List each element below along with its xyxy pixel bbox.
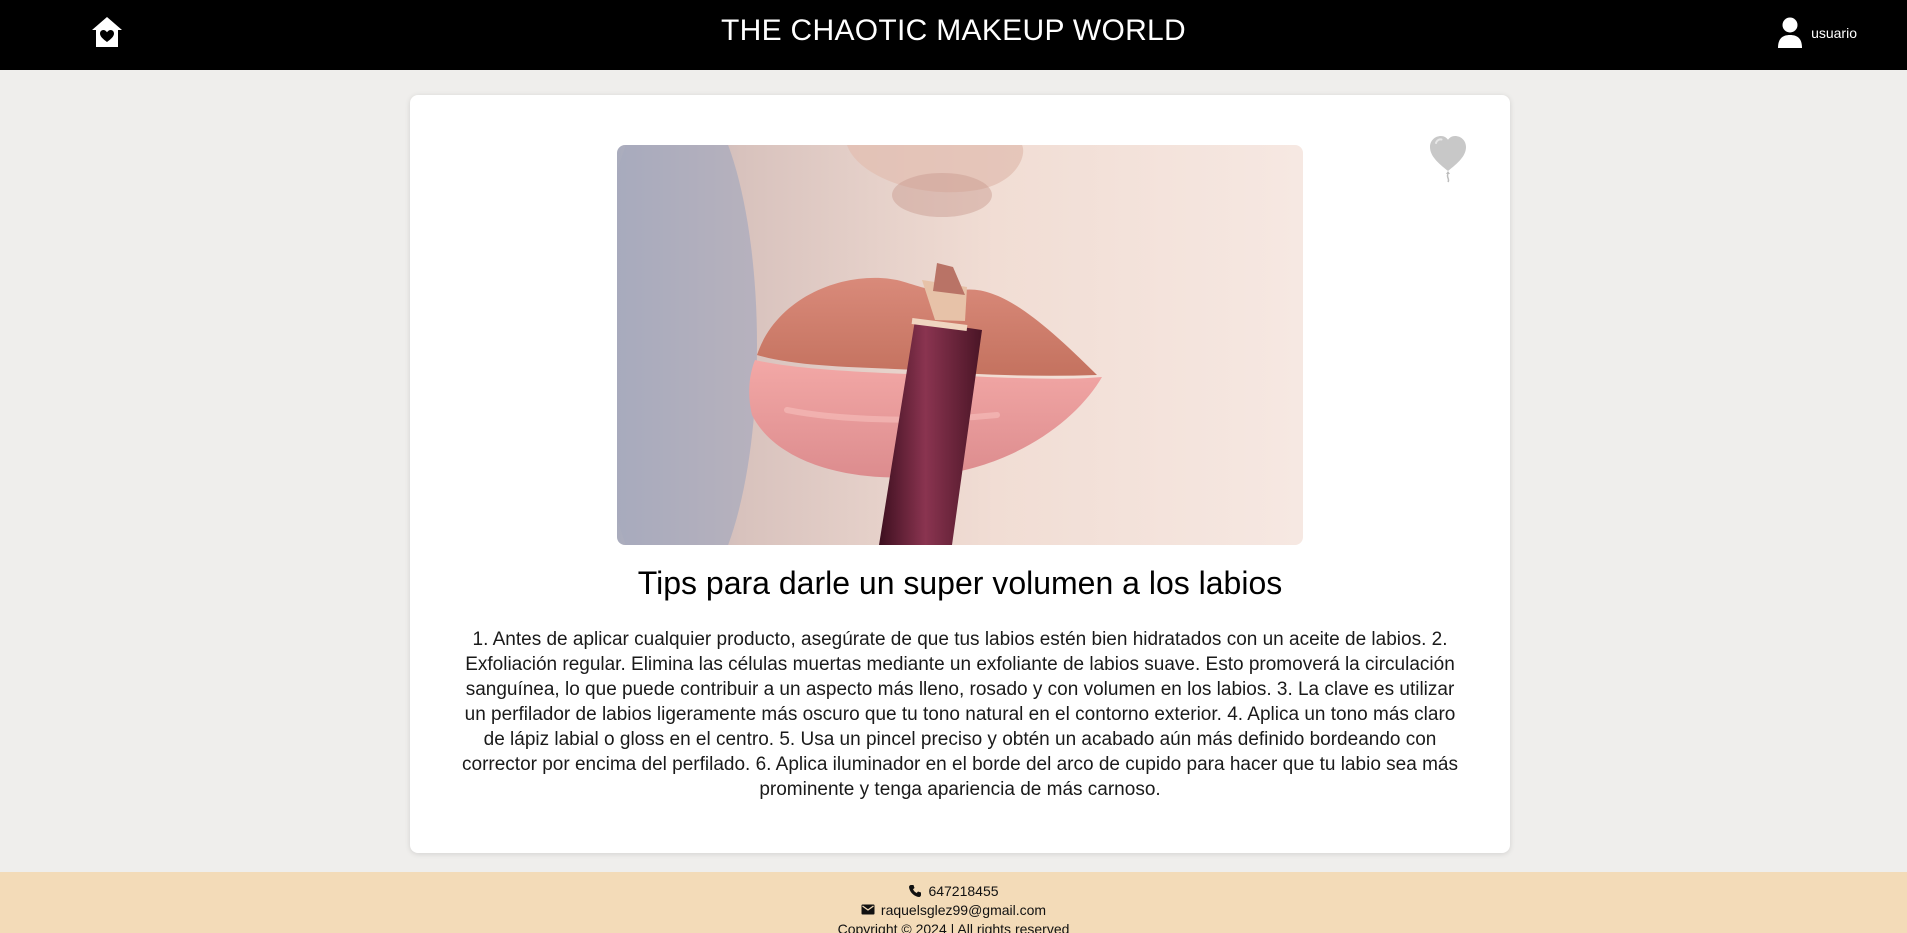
user-icon — [1778, 17, 1803, 48]
footer-email: raquelsglez99@gmail.com — [0, 900, 1907, 919]
phone-icon — [909, 884, 922, 897]
heart-balloon-icon — [1430, 136, 1466, 183]
post-body: 1. Antes de aplicar cualquier producto, … — [462, 629, 1458, 800]
favorite-button[interactable] — [1426, 131, 1470, 183]
post-card: Tips para darle un super volumen a los l… — [410, 95, 1510, 853]
top-navbar: THE CHAOTIC MAKEUP WORLD usuario — [0, 0, 1907, 70]
footer-copyright: Copyright © 2024 | All rights reserved — [837, 920, 1070, 933]
footer: 647218455 raquelsglez99@gmail.com Copyri… — [0, 872, 1907, 933]
footer-email-address[interactable]: raquelsglez99@gmail.com — [881, 902, 1046, 918]
user-label: usuario — [1811, 25, 1857, 41]
footer-phone-number: 647218455 — [928, 882, 999, 899]
post-title: Tips para darle un super volumen a los l… — [637, 565, 1283, 601]
footer-phone: 647218455 — [0, 881, 1907, 900]
site-title: THE CHAOTIC MAKEUP WORLD — [720, 14, 1187, 47]
mail-icon — [861, 904, 875, 915]
post-image — [617, 145, 1303, 545]
lip-pencil-image — [617, 145, 1303, 545]
user-menu-button[interactable]: usuario — [1777, 16, 1857, 50]
